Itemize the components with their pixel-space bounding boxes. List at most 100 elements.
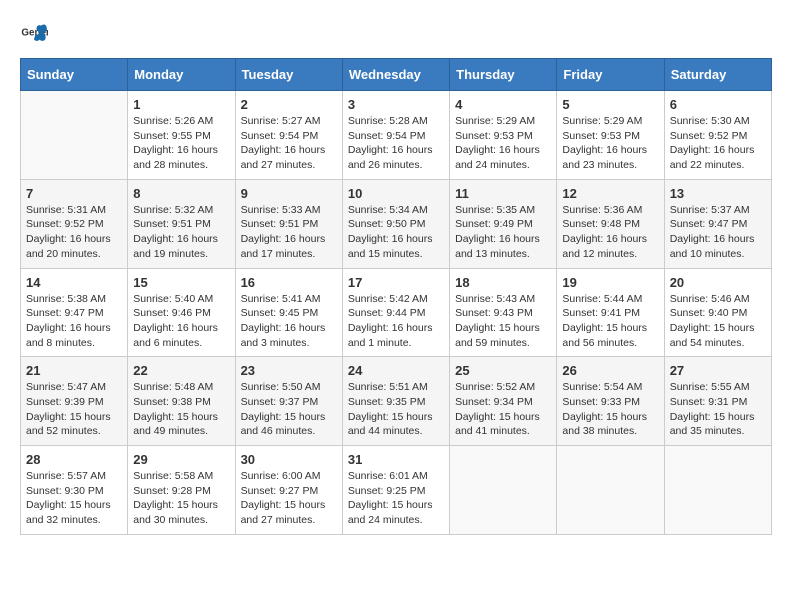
day-info: Sunrise: 5:38 AM Sunset: 9:47 PM Dayligh… [26, 292, 122, 351]
column-header-friday: Friday [557, 59, 664, 91]
logo: General [20, 20, 52, 48]
day-info: Sunrise: 5:58 AM Sunset: 9:28 PM Dayligh… [133, 469, 229, 528]
calendar-cell: 18Sunrise: 5:43 AM Sunset: 9:43 PM Dayli… [450, 268, 557, 357]
day-info: Sunrise: 6:00 AM Sunset: 9:27 PM Dayligh… [241, 469, 337, 528]
day-info: Sunrise: 5:55 AM Sunset: 9:31 PM Dayligh… [670, 380, 766, 439]
calendar-cell: 20 Sunrise: 5:46 AM Sunset: 9:40 PM Dayli… [664, 268, 771, 357]
day-info: Sunrise: 5:37 AM Sunset: 9:47 PM Dayligh… [670, 203, 766, 262]
day-number: 29 [133, 452, 229, 467]
day-info: Sunrise: 5:40 AM Sunset: 9:46 PM Dayligh… [133, 292, 229, 351]
day-number: 19 [562, 275, 658, 290]
calendar-cell: 6Sunrise: 5:30 AM Sunset: 9:52 PM Daylig… [664, 91, 771, 180]
calendar-cell: 15 Sunrise: 5:40 AM Sunset: 9:46 PM Dayli… [128, 268, 235, 357]
calendar-cell: 3 Sunrise: 5:28 AM Sunset: 9:54 PM Daylig… [342, 91, 449, 180]
calendar-cell: 23 Sunrise: 5:50 AM Sunset: 9:37 PM Dayli… [235, 357, 342, 446]
day-number: 2 [241, 97, 337, 112]
day-info: Sunrise: 5:33 AM Sunset: 9:51 PM Dayligh… [241, 203, 337, 262]
day-info: Sunrise: 5:34 AM Sunset: 9:50 PM Dayligh… [348, 203, 444, 262]
calendar-cell: 28 Sunrise: 5:57 AM Sunset: 9:30 PM Dayli… [21, 446, 128, 535]
calendar-cell: 8Sunrise: 5:32 AM Sunset: 9:51 PM Daylig… [128, 179, 235, 268]
day-info: Sunrise: 5:42 AM Sunset: 9:44 PM Dayligh… [348, 292, 444, 351]
day-info: Sunrise: 5:52 AM Sunset: 9:34 PM Dayligh… [455, 380, 551, 439]
day-info: Sunrise: 5:51 AM Sunset: 9:35 PM Dayligh… [348, 380, 444, 439]
calendar-cell: 17 Sunrise: 5:42 AM Sunset: 9:44 PM Dayli… [342, 268, 449, 357]
day-info: Sunrise: 5:48 AM Sunset: 9:38 PM Dayligh… [133, 380, 229, 439]
day-number: 23 [241, 363, 337, 378]
calendar-cell: 11 Sunrise: 5:35 AM Sunset: 9:49 PM Dayli… [450, 179, 557, 268]
day-info: Sunrise: 5:57 AM Sunset: 9:30 PM Dayligh… [26, 469, 122, 528]
day-info: Sunrise: 5:27 AM Sunset: 9:54 PM Dayligh… [241, 114, 337, 173]
day-info: Sunrise: 5:50 AM Sunset: 9:37 PM Dayligh… [241, 380, 337, 439]
day-number: 13 [670, 186, 766, 201]
calendar-cell: 21Sunrise: 5:47 AM Sunset: 9:39 PM Dayli… [21, 357, 128, 446]
page-header: General [20, 20, 772, 48]
column-header-tuesday: Tuesday [235, 59, 342, 91]
day-info: Sunrise: 5:30 AM Sunset: 9:52 PM Dayligh… [670, 114, 766, 173]
column-header-saturday: Saturday [664, 59, 771, 91]
calendar-cell [664, 446, 771, 535]
day-info: Sunrise: 5:46 AM Sunset: 9:40 PM Dayligh… [670, 292, 766, 351]
day-number: 20 [670, 275, 766, 290]
day-number: 27 [670, 363, 766, 378]
day-number: 8 [133, 186, 229, 201]
day-info: Sunrise: 5:54 AM Sunset: 9:33 PM Dayligh… [562, 380, 658, 439]
calendar-cell: 13 Sunrise: 5:37 AM Sunset: 9:47 PM Dayli… [664, 179, 771, 268]
calendar-cell: 24 Sunrise: 5:51 AM Sunset: 9:35 PM Dayli… [342, 357, 449, 446]
day-number: 12 [562, 186, 658, 201]
day-number: 3 [348, 97, 444, 112]
week-row-2: 7 Sunrise: 5:31 AM Sunset: 9:52 PM Daylig… [21, 179, 772, 268]
day-number: 16 [241, 275, 337, 290]
calendar-cell [21, 91, 128, 180]
column-header-sunday: Sunday [21, 59, 128, 91]
day-number: 11 [455, 186, 551, 201]
day-info: Sunrise: 5:29 AM Sunset: 9:53 PM Dayligh… [455, 114, 551, 173]
day-number: 30 [241, 452, 337, 467]
calendar-table: SundayMondayTuesdayWednesdayThursdayFrid… [20, 58, 772, 535]
calendar-cell [557, 446, 664, 535]
day-info: Sunrise: 5:41 AM Sunset: 9:45 PM Dayligh… [241, 292, 337, 351]
week-row-1: 1Sunrise: 5:26 AM Sunset: 9:55 PM Daylig… [21, 91, 772, 180]
day-info: Sunrise: 5:28 AM Sunset: 9:54 PM Dayligh… [348, 114, 444, 173]
calendar-cell: 9 Sunrise: 5:33 AM Sunset: 9:51 PM Daylig… [235, 179, 342, 268]
day-number: 15 [133, 275, 229, 290]
day-info: Sunrise: 5:35 AM Sunset: 9:49 PM Dayligh… [455, 203, 551, 262]
day-number: 7 [26, 186, 122, 201]
day-number: 17 [348, 275, 444, 290]
day-number: 5 [562, 97, 658, 112]
day-number: 10 [348, 186, 444, 201]
calendar-cell: 4 Sunrise: 5:29 AM Sunset: 9:53 PM Daylig… [450, 91, 557, 180]
calendar-cell: 19 Sunrise: 5:44 AM Sunset: 9:41 PM Dayli… [557, 268, 664, 357]
calendar-cell: 5Sunrise: 5:29 AM Sunset: 9:53 PM Daylig… [557, 91, 664, 180]
day-number: 24 [348, 363, 444, 378]
column-header-monday: Monday [128, 59, 235, 91]
calendar-cell: 1Sunrise: 5:26 AM Sunset: 9:55 PM Daylig… [128, 91, 235, 180]
day-number: 18 [455, 275, 551, 290]
day-number: 26 [562, 363, 658, 378]
calendar-cell: 12Sunrise: 5:36 AM Sunset: 9:48 PM Dayli… [557, 179, 664, 268]
day-number: 25 [455, 363, 551, 378]
day-info: Sunrise: 5:44 AM Sunset: 9:41 PM Dayligh… [562, 292, 658, 351]
calendar-cell: 16 Sunrise: 5:41 AM Sunset: 9:45 PM Dayli… [235, 268, 342, 357]
day-number: 21 [26, 363, 122, 378]
day-number: 14 [26, 275, 122, 290]
day-info: Sunrise: 5:31 AM Sunset: 9:52 PM Dayligh… [26, 203, 122, 262]
day-info: Sunrise: 6:01 AM Sunset: 9:25 PM Dayligh… [348, 469, 444, 528]
day-info: Sunrise: 5:26 AM Sunset: 9:55 PM Dayligh… [133, 114, 229, 173]
column-header-wednesday: Wednesday [342, 59, 449, 91]
calendar-cell: 25 Sunrise: 5:52 AM Sunset: 9:34 PM Dayli… [450, 357, 557, 446]
day-number: 9 [241, 186, 337, 201]
day-number: 31 [348, 452, 444, 467]
day-number: 22 [133, 363, 229, 378]
day-number: 28 [26, 452, 122, 467]
day-number: 4 [455, 97, 551, 112]
calendar-header-row: SundayMondayTuesdayWednesdayThursdayFrid… [21, 59, 772, 91]
calendar-cell: 10 Sunrise: 5:34 AM Sunset: 9:50 PM Dayli… [342, 179, 449, 268]
calendar-cell: 2 Sunrise: 5:27 AM Sunset: 9:54 PM Daylig… [235, 91, 342, 180]
week-row-3: 14 Sunrise: 5:38 AM Sunset: 9:47 PM Dayli… [21, 268, 772, 357]
week-row-5: 28 Sunrise: 5:57 AM Sunset: 9:30 PM Dayli… [21, 446, 772, 535]
calendar-cell: 29 Sunrise: 5:58 AM Sunset: 9:28 PM Dayli… [128, 446, 235, 535]
calendar-cell: 27 Sunrise: 5:55 AM Sunset: 9:31 PM Dayli… [664, 357, 771, 446]
column-header-thursday: Thursday [450, 59, 557, 91]
calendar-cell: 14 Sunrise: 5:38 AM Sunset: 9:47 PM Dayli… [21, 268, 128, 357]
calendar-cell: 31 Sunrise: 6:01 AM Sunset: 9:25 PM Dayli… [342, 446, 449, 535]
